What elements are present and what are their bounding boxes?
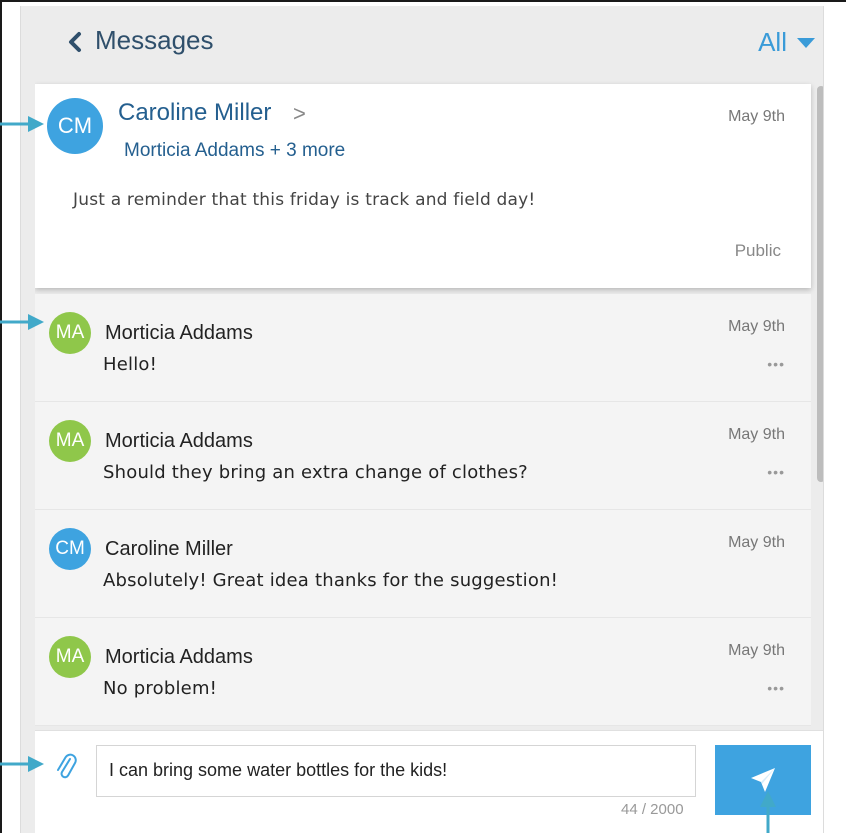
reply-item: CM Caroline Miller May 9th Absolutely! G… (35, 510, 811, 618)
recipients-link[interactable]: Morticia Addams + 3 more (124, 140, 345, 162)
message-input[interactable]: I can bring some water bottles for the k… (96, 745, 696, 797)
scrollbar[interactable] (817, 86, 823, 482)
sender-name[interactable]: Caroline Miller (118, 99, 271, 127)
reply-item: MA Morticia Addams May 9th Should they b… (35, 402, 811, 510)
page-title: Messages (95, 25, 214, 55)
filter-label: All (758, 26, 787, 57)
visibility-label: Public (734, 241, 781, 260)
reply-sender-name: Morticia Addams (105, 646, 253, 668)
annotation-arrow (0, 756, 44, 772)
messages-app: Messages All CM Caroline Miller > Mortic… (20, 6, 824, 833)
message-thread[interactable]: CM Caroline Miller > Morticia Addams + 3… (35, 78, 823, 730)
avatar: CM (49, 528, 91, 570)
chevron-right-icon[interactable]: > (293, 101, 306, 127)
reply-item: MA Morticia Addams May 9th Hello! ••• (35, 294, 811, 402)
message-body: Just a reminder that this friday is trac… (73, 190, 536, 210)
reply-text: Hello! (103, 354, 158, 375)
annotation-arrow (760, 791, 776, 833)
reply-sender-name: Caroline Miller (105, 538, 233, 560)
avatar: MA (49, 636, 91, 678)
reply-date: May 9th (728, 426, 785, 443)
reply-sender-name: Morticia Addams (105, 322, 253, 344)
original-message-card: CM Caroline Miller > Morticia Addams + 3… (35, 84, 811, 288)
back-icon[interactable] (65, 28, 85, 56)
avatar: CM (47, 98, 103, 154)
message-composer: I can bring some water bottles for the k… (35, 730, 823, 833)
avatar: MA (49, 420, 91, 462)
avatar: MA (49, 312, 91, 354)
more-icon[interactable]: ••• (767, 680, 785, 696)
character-count: 44 / 2000 (621, 801, 684, 818)
annotation-arrow (0, 314, 44, 330)
reply-date: May 9th (728, 318, 785, 335)
caret-down-icon (797, 38, 815, 48)
reply-text: Absolutely! Great idea thanks for the su… (103, 570, 559, 591)
filter-dropdown[interactable]: All (758, 26, 815, 58)
more-icon[interactable]: ••• (767, 464, 785, 480)
annotation-arrow (0, 116, 44, 132)
header: Messages All (21, 6, 823, 78)
reply-text: No problem! (103, 678, 218, 699)
reply-date: May 9th (728, 534, 785, 551)
paperclip-icon[interactable] (55, 753, 79, 783)
reply-text: Should they bring an extra change of clo… (103, 462, 528, 483)
message-date: May 9th (728, 108, 785, 125)
reply-date: May 9th (728, 642, 785, 659)
more-icon[interactable]: ••• (767, 356, 785, 372)
reply-item: MA Morticia Addams May 9th No problem! •… (35, 618, 811, 726)
reply-sender-name: Morticia Addams (105, 430, 253, 452)
